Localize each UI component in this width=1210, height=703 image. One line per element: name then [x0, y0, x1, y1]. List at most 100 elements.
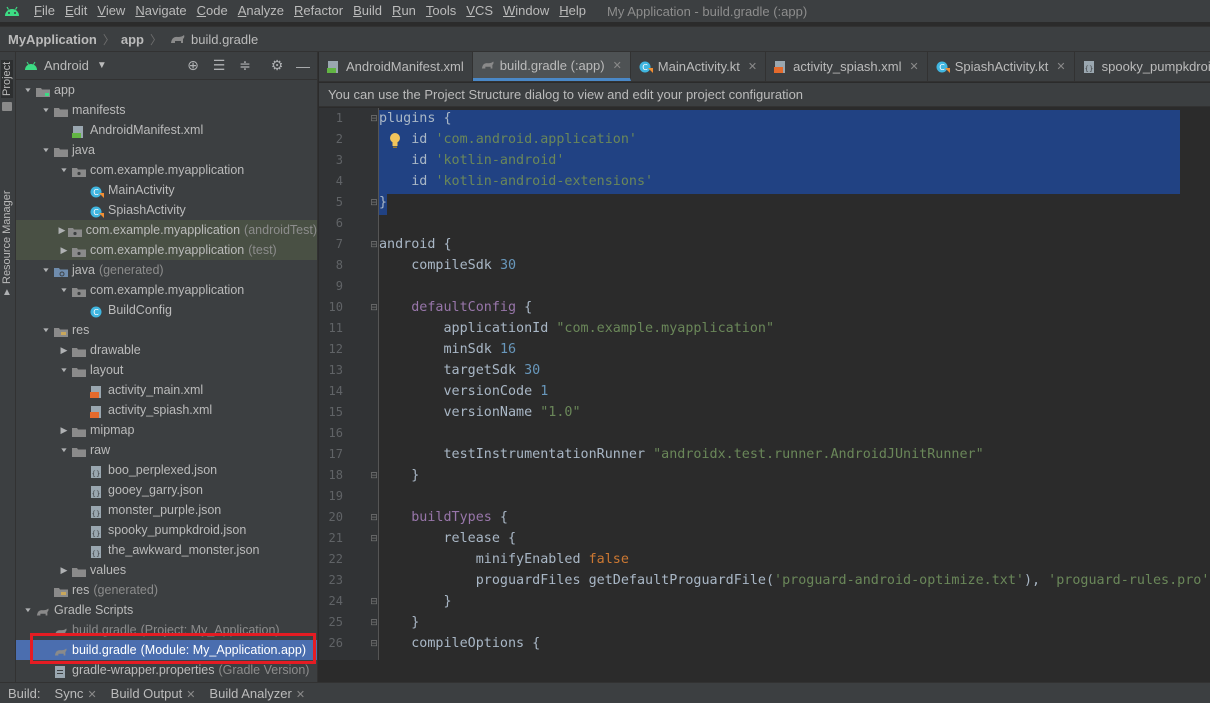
tree-item[interactable]: activity_spiash.xml [16, 400, 317, 420]
menu-edit[interactable]: Edit [60, 0, 92, 22]
chevron-down-icon[interactable]: ▼ [97, 60, 107, 71]
tree-item[interactable]: ▼ layout [16, 360, 317, 380]
menu-build[interactable]: Build [348, 0, 387, 22]
line-number: 5 [335, 195, 343, 209]
close-icon[interactable]: ✕ [1056, 60, 1065, 73]
chevron-down-icon[interactable]: ▼ [40, 103, 52, 117]
resource-manager-tool-tab[interactable]: Resource Manager [1, 190, 13, 284]
expand-all-icon[interactable]: ☰ [211, 57, 227, 74]
menu-code[interactable]: Code [192, 0, 233, 22]
close-icon[interactable]: ✕ [748, 60, 757, 73]
tree-item[interactable]: ▶ drawable [16, 340, 317, 360]
tree-item[interactable]: res (generated) [16, 580, 317, 600]
tree-item[interactable]: activity_main.xml [16, 380, 317, 400]
tree-item[interactable]: C MainActivity [16, 180, 317, 200]
chevron-down-icon[interactable]: ▼ [40, 143, 52, 157]
tree-item[interactable]: ▼ java [16, 140, 317, 160]
fold-marker-icon[interactable]: ⊟ [369, 465, 379, 486]
chevron-down-icon[interactable]: ▼ [40, 263, 52, 277]
code-token: versionName [379, 405, 541, 420]
chevron-down-icon[interactable]: ▼ [40, 323, 52, 337]
menu-refactor[interactable]: Refactor [289, 0, 348, 22]
chevron-right-icon[interactable]: ▶ [58, 560, 70, 580]
menu-file[interactable]: File [29, 0, 60, 22]
close-icon[interactable]: ✕ [613, 59, 622, 72]
tree-item[interactable]: ▼ manifests [16, 100, 317, 120]
collapse-all-icon[interactable]: ≑ [237, 57, 253, 74]
tree-item[interactable]: ▼ Gradle Scripts [16, 600, 317, 620]
menu-navigate[interactable]: Navigate [130, 0, 191, 22]
tree-item[interactable]: {} the_awkward_monster.json [16, 540, 317, 560]
breadcrumb-project[interactable]: MyApplication [6, 32, 99, 47]
editor-tab[interactable]: C SpiashActivity.kt ✕ [928, 52, 1075, 81]
chevron-down-icon[interactable]: ▼ [58, 363, 70, 377]
tree-item[interactable]: ▼ res [16, 320, 317, 340]
code-editor[interactable]: 1 ⊟ 2 3 4 5 ⊟ 6 7 ⊟ 8 9 10 ⊟ 11 12 13 14 15 16 17 18 ⊟ 19 20 ⊟ 21 ⊟… [319, 108, 1210, 660]
view-mode-selector[interactable]: Android [44, 58, 89, 73]
code-area[interactable]: plugins { id 'com.android.application' i… [379, 108, 1210, 660]
project-tool-tab[interactable]: Project [1, 59, 13, 98]
tree-item[interactable]: ▶ values [16, 560, 317, 580]
tree-item[interactable]: ▶ mipmap [16, 420, 317, 440]
close-icon[interactable]: ✕ [186, 689, 195, 701]
tree-item[interactable]: ▼ app [16, 80, 317, 100]
build-tab[interactable]: Build Output ✕ [103, 686, 202, 701]
fold-marker-icon[interactable]: ⊟ [369, 612, 379, 633]
lightbulb-icon[interactable] [389, 132, 401, 148]
chevron-right-icon[interactable]: ▶ [58, 340, 70, 360]
menu-view[interactable]: View [92, 0, 130, 22]
chevron-down-icon[interactable]: ▼ [22, 603, 34, 617]
tree-item[interactable]: {} monster_purple.json [16, 500, 317, 520]
hide-icon[interactable]: — [295, 58, 311, 74]
menu-vcs[interactable]: VCS [461, 0, 498, 22]
fold-marker-icon[interactable]: ⊟ [369, 297, 379, 318]
fold-marker-icon[interactable]: ⊟ [369, 633, 379, 654]
fold-marker-icon[interactable]: ⊟ [369, 234, 379, 255]
fold-marker-icon[interactable]: ⊟ [369, 192, 379, 213]
menu-run[interactable]: Run [387, 0, 421, 22]
tree-item[interactable]: AndroidManifest.xml [16, 120, 317, 140]
close-icon[interactable]: ✕ [296, 689, 305, 701]
menu-window[interactable]: Window [498, 0, 554, 22]
menu-tools[interactable]: Tools [421, 0, 461, 22]
tree-item[interactable]: C SpiashActivity [16, 200, 317, 220]
tree-item[interactable]: ▼ com.example.myapplication [16, 160, 317, 180]
editor-tab[interactable]: build.gradle (:app) ✕ [472, 52, 631, 81]
tree-item[interactable]: {} spooky_pumpkdroid.json [16, 520, 317, 540]
editor-tab[interactable]: activity_spiash.xml ✕ [766, 52, 928, 81]
tree-item[interactable]: ▶ com.example.myapplication (androidTest) [16, 220, 317, 240]
breadcrumb-file[interactable]: build.gradle [189, 32, 260, 47]
fold-marker-icon[interactable]: ⊟ [369, 528, 379, 549]
tree-item[interactable]: ▶ com.example.myapplication (test) [16, 240, 317, 260]
editor-tab[interactable]: C MainActivity.kt ✕ [631, 52, 767, 81]
menu-analyze[interactable]: Analyze [233, 0, 289, 22]
fold-marker-icon[interactable]: ⊟ [369, 108, 379, 129]
fold-marker-icon[interactable]: ⊟ [369, 507, 379, 528]
chevron-down-icon[interactable]: ▼ [58, 443, 70, 457]
tree-item[interactable]: {} boo_perplexed.json [16, 460, 317, 480]
build-tab[interactable]: Sync ✕ [47, 686, 103, 701]
locate-file-icon[interactable]: ⊕ [185, 57, 201, 74]
tree-item[interactable]: C BuildConfig [16, 300, 317, 320]
menu-help[interactable]: Help [554, 0, 591, 22]
tree-item[interactable]: ▼ raw [16, 440, 317, 460]
tree-item[interactable]: ▼ com.example.myapplication [16, 280, 317, 300]
chevron-down-icon[interactable]: ▼ [58, 163, 70, 177]
tree-item[interactable]: ▼ java (generated) [16, 260, 317, 280]
chevron-right-icon[interactable]: ▶ [58, 420, 70, 440]
breadcrumb-module[interactable]: app [119, 32, 146, 47]
fold-marker-icon[interactable]: ⊟ [369, 591, 379, 612]
gear-icon[interactable]: ⚙ [269, 57, 285, 74]
chevron-right-icon[interactable]: ▶ [58, 240, 70, 260]
code-token: } [379, 594, 452, 609]
tree-item[interactable]: {} gooey_garry.json [16, 480, 317, 500]
build-tab[interactable]: Build Analyzer ✕ [201, 686, 311, 701]
editor-tab[interactable]: AndroidManifest.xml [319, 52, 473, 81]
close-icon[interactable]: ✕ [87, 689, 96, 701]
editor-tab[interactable]: {} spooky_pumpkdroid.json [1075, 52, 1210, 81]
close-icon[interactable]: ✕ [910, 60, 919, 73]
chevron-down-icon[interactable]: ▼ [58, 283, 70, 297]
chevron-down-icon[interactable]: ▼ [22, 83, 34, 97]
chevron-right-icon[interactable]: ▶ [58, 220, 66, 240]
build-tab[interactable]: Build: [0, 686, 47, 701]
